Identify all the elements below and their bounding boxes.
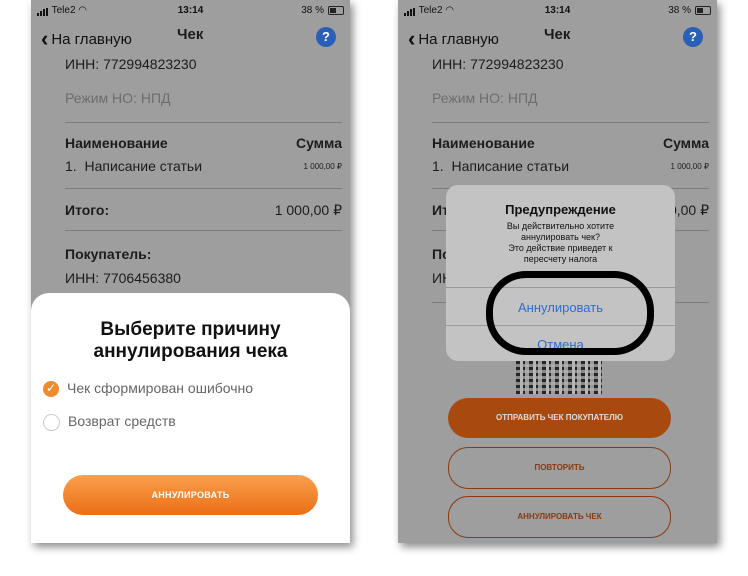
reason-label: Возврат средств [68,413,176,429]
column-header-sum: Сумма [662,135,709,151]
item-sum: 1 000,00 ₽ [303,162,342,171]
cancel-reason-sheet: Выберите причину аннулирования чека Чек … [31,293,350,543]
battery-icon [328,6,344,15]
radio-unchecked-icon[interactable] [43,413,60,431]
navigation-bar: ‹ На главную Чек ? [398,24,717,52]
divider [65,122,342,123]
alert-message: Вы действительно хотите аннулировать чек… [466,221,655,265]
page-title: Чек [177,26,204,43]
item-index: 1. [432,158,444,174]
navigation-bar: ‹ На главную Чек ? [31,24,350,52]
chevron-left-icon: ‹ [408,26,416,51]
alert-message-line: аннулировать чек? [521,232,600,242]
page-title: Чек [544,26,571,43]
divider [432,122,709,123]
alert-title: Предупреждение [505,202,616,217]
divider [65,188,342,189]
cancel-receipt-button[interactable]: АННУЛИРОВАТЬ ЧЕК [448,496,671,538]
status-bar: Tele2 ◠ 13:14 38 % [31,0,350,22]
column-header-sum: Сумма [295,135,342,151]
reason-label: Чек сформирован ошибочно [67,380,254,396]
help-icon[interactable]: ? [683,27,703,47]
phone-screen-warning: Tele2 ◠ 13:14 38 % ‹ На главную Чек ? ИНН… [398,0,717,543]
repeat-button[interactable]: ПОВТОРИТЬ [448,447,671,489]
sheet-title-line: Выберите причину [100,319,281,340]
alert-message-line: пересчету налога [523,254,598,264]
seller-inn: ИНН: 772994823230 [432,56,564,72]
item-name: Написание статьи [451,158,570,174]
buyer-label: Покупатель: [65,246,152,262]
phone-screen-cancel-reason: Tele2 ◠ 13:14 38 % ‹ На главную Чек ? ИНН… [31,0,350,543]
back-label: На главную [418,31,499,48]
item-sum: 1 000,00 ₽ [670,162,709,171]
send-receipt-button[interactable]: ОТПРАВИТЬ ЧЕК ПОКУПАТЕЛЮ [448,398,671,438]
buyer-inn: ИНН: 7706456380 [65,270,181,286]
back-button[interactable]: ‹ На главную [408,26,499,52]
item-name: Написание статьи [84,158,203,174]
item-index: 1. [65,158,77,174]
reason-option-refund[interactable]: Возврат средств [43,413,176,431]
total-value: 1 000,00 ₽ [274,202,342,218]
alert-message-line: Это действие приведет к [508,243,613,253]
divider [65,230,342,231]
battery-icon [695,6,711,15]
tax-mode: Режим НО: НПД [65,90,171,106]
sheet-title: Выберите причину аннулирования чека [31,319,350,363]
battery-percent: 38 % [668,5,691,16]
seller-inn: ИНН: 772994823230 [65,56,197,72]
radio-checked-icon[interactable] [43,381,59,398]
highlight-ring [486,271,654,355]
sheet-title-line: аннулирования чека [93,341,288,362]
alert-message-line: Вы действительно хотите [506,221,615,231]
status-bar: Tele2 ◠ 13:14 38 % [398,0,717,22]
reason-option-error[interactable]: Чек сформирован ошибочно [43,380,254,398]
battery-percent: 38 % [301,5,324,16]
chevron-left-icon: ‹ [41,26,49,51]
cancel-receipt-button[interactable]: АННУЛИРОВАТЬ [63,475,318,515]
qr-code-overlay [516,358,602,394]
tax-mode: Режим НО: НПД [432,90,538,106]
back-button[interactable]: ‹ На главную [41,26,132,52]
back-label: На главную [51,31,132,48]
help-icon[interactable]: ? [316,27,336,47]
